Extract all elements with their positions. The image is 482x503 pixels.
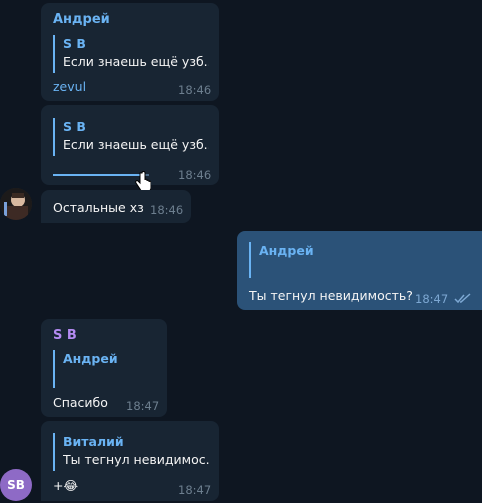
user-avatar[interactable]: SB [0,469,32,501]
sender-name[interactable]: Андрей [53,12,110,27]
avatar-image [0,188,32,220]
quote-sender: Андрей [63,351,118,366]
double-check-icon [454,293,471,304]
quote-sender: S B [63,119,86,134]
message-bubble[interactable]: S B Андрей Спасибо 18:47 [41,319,167,417]
quote-sender: Андрей [259,243,314,258]
reply-quote[interactable]: S B Если знаешь ещё узб... [53,118,209,156]
message-time: 18:46 [150,203,184,217]
message-time: 18:46 [178,168,212,182]
quote-sender: S B [63,36,86,51]
message-text: +😂 [53,478,79,493]
quote-text: Если знаешь ещё узб... [63,54,209,69]
reply-quote[interactable]: S B Если знаешь ещё узб... [53,35,209,73]
message-text: Ты тегнул невидимость? [249,288,413,303]
quote-text: Ты тегнул невидимос... [63,452,209,467]
message-text: Спасибо [53,395,108,410]
message-bubble[interactable]: Остальные хз 18:46 [41,190,191,223]
message-bubble[interactable]: S B Если знаешь ещё узб... 18:46 [41,105,219,193]
audio-progress-fill [53,174,142,176]
message-bubble-outgoing[interactable]: Андрей Ты тегнул невидимость? 18:47 [237,231,482,310]
quote-text: Если знаешь ещё узб... [63,137,209,152]
reply-quote[interactable]: Андрей [53,350,153,388]
quote-sender: Виталий [63,434,124,449]
sender-name[interactable]: S B [53,328,77,343]
message-time: 18:46 [178,83,212,97]
reply-quote[interactable]: Виталий Ты тегнул невидимос... [53,433,209,471]
avatar-initials: SB [7,478,25,492]
message-time: 18:47 [126,399,160,413]
message-bubble[interactable]: Виталий Ты тегнул невидимос... +😂 18:47 [41,421,219,501]
message-time: 18:47 [415,292,449,306]
message-text: Остальные хз [53,200,144,215]
mention-link[interactable]: zevul [53,79,86,94]
user-avatar[interactable] [0,188,32,220]
message-bubble[interactable]: Андрей S B Если знаешь ещё узб... zevul … [41,3,219,101]
reply-quote[interactable]: Андрей [249,242,409,278]
message-time: 18:47 [178,483,212,497]
